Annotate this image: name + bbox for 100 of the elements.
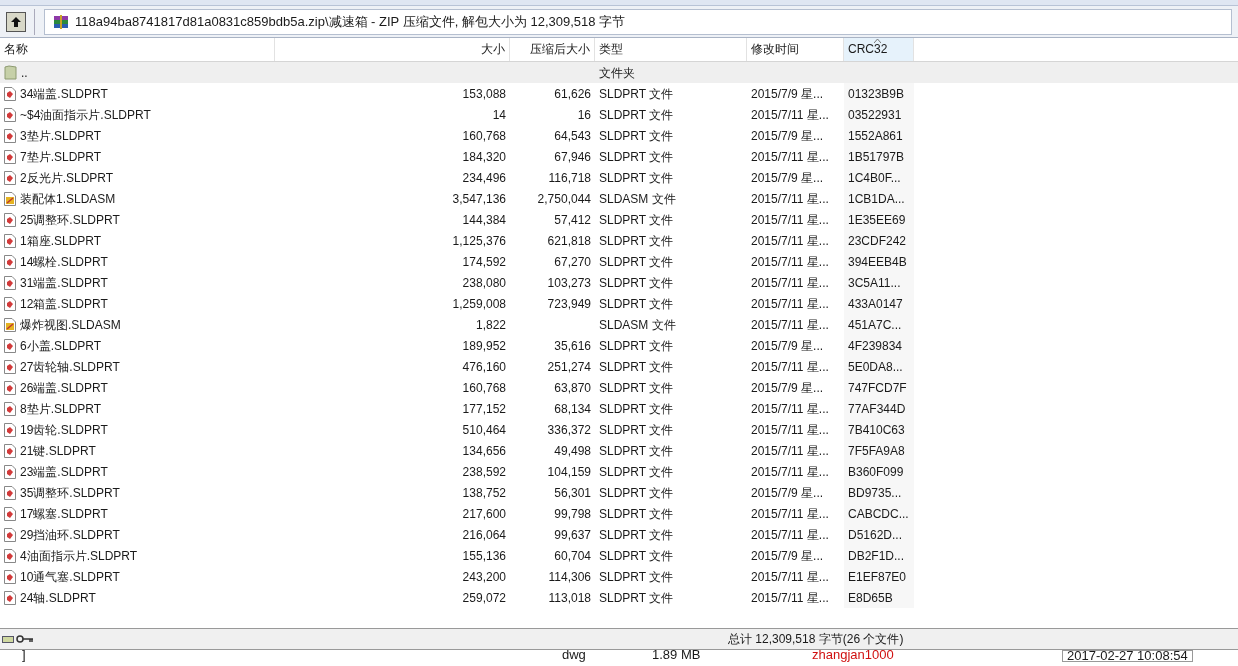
table-cell-text: 03522931 bbox=[848, 106, 902, 124]
table-cell-text: 3C5A11... bbox=[848, 274, 901, 292]
file-name[interactable]: 24轴.SLDPRT bbox=[20, 588, 96, 607]
table-cell-text: 160,768 bbox=[462, 127, 506, 145]
table-cell-text: 01323B9B bbox=[848, 85, 905, 103]
table-cell-text: 155,136 bbox=[462, 547, 506, 565]
table-cell-text: 114,306 bbox=[548, 568, 591, 586]
document-icon bbox=[4, 275, 16, 290]
document-icon bbox=[4, 506, 16, 521]
table-cell-text: 77AF344D bbox=[848, 400, 906, 418]
file-name[interactable]: 3垫片.SLDPRT bbox=[20, 126, 102, 145]
table-cell-text: 67,946 bbox=[554, 148, 591, 166]
file-name[interactable]: 19齿轮.SLDPRT bbox=[20, 420, 108, 439]
table-cell-text: 2015/7/11 星... bbox=[751, 106, 829, 124]
table-cell-text: 2015/7/9 星... bbox=[751, 337, 824, 355]
table-cell-text: 2,750,044 bbox=[537, 190, 591, 208]
table-cell-text: 2015/7/11 星... bbox=[751, 190, 829, 208]
document-icon bbox=[4, 590, 16, 605]
table-cell-text: SLDPRT 文件 bbox=[599, 106, 674, 124]
file-name[interactable]: 26端盖.SLDPRT bbox=[20, 378, 108, 397]
table-cell-text: SLDPRT 文件 bbox=[599, 484, 674, 502]
file-name[interactable]: 爆炸视图.SLDASM bbox=[20, 315, 121, 334]
table-cell-text: 451A7C... bbox=[848, 316, 902, 334]
document-icon bbox=[4, 443, 16, 458]
table-cell-text: 56,301 bbox=[554, 484, 591, 502]
table-cell-text: 2015/7/11 星... bbox=[751, 232, 829, 250]
table-cell-text: SLDPRT 文件 bbox=[599, 400, 674, 418]
table-cell-text: SLDPRT 文件 bbox=[599, 379, 674, 397]
document-icon bbox=[4, 212, 16, 227]
table-cell-text: E1EF87E0 bbox=[848, 568, 907, 586]
address-field[interactable]: 118a94ba8741817d81a0831c859bdb5a.zip\减速箱 - ZIP 压缩文件, 解包大小为 12,309,518 字节 bbox=[44, 8, 1232, 35]
table-cell-text: SLDPRT 文件 bbox=[599, 337, 674, 355]
table-cell-text: 747FCD7F bbox=[848, 379, 907, 397]
status-text: 总计 12,309,518 字节(26 个文件) bbox=[728, 631, 904, 648]
up-folder-button[interactable] bbox=[6, 11, 26, 32]
table-cell-text: 4F239834 bbox=[848, 337, 903, 355]
table-cell-text: 7B410C63 bbox=[848, 421, 905, 439]
table-cell-text: CABCDC... bbox=[848, 505, 909, 523]
column-header[interactable]: CRC32 bbox=[844, 38, 914, 61]
file-name[interactable]: 31端盖.SLDPRT bbox=[20, 273, 108, 292]
table-cell-text: 3,547,136 bbox=[452, 190, 506, 208]
file-name[interactable]: 8垫片.SLDPRT bbox=[20, 399, 102, 418]
document-icon bbox=[4, 548, 16, 563]
document-icon bbox=[4, 380, 16, 395]
table-cell-text: SLDPRT 文件 bbox=[599, 232, 674, 250]
table-cell-text: 文件夹 bbox=[599, 64, 635, 82]
file-name[interactable]: 17螺塞.SLDPRT bbox=[20, 504, 108, 523]
table-cell-text: 99,798 bbox=[554, 505, 591, 523]
file-name[interactable]: 2反光片.SLDPRT bbox=[20, 168, 114, 187]
table-cell-text: SLDPRT 文件 bbox=[599, 274, 674, 292]
table-cell-text: SLDPRT 文件 bbox=[599, 148, 674, 166]
file-name[interactable]: 23端盖.SLDPRT bbox=[20, 462, 108, 481]
file-name[interactable]: .. bbox=[21, 63, 28, 82]
table-cell-text: 67,270 bbox=[554, 253, 591, 271]
file-name[interactable]: 21键.SLDPRT bbox=[20, 441, 96, 460]
file-name[interactable]: 6小盖.SLDPRT bbox=[20, 336, 102, 355]
table-cell-text: 394EEB4B bbox=[848, 253, 907, 271]
table-cell-text: 1E35EE69 bbox=[848, 211, 906, 229]
table-cell-text: 2015/7/11 星... bbox=[751, 400, 829, 418]
table-cell-text: SLDASM 文件 bbox=[599, 316, 676, 334]
file-name[interactable]: 4油面指示片.SLDPRT bbox=[20, 546, 138, 565]
table-cell-text: 61,626 bbox=[554, 85, 591, 103]
table-cell-text: 259,072 bbox=[462, 589, 506, 607]
table-cell-text: 2015/7/11 星... bbox=[751, 589, 829, 607]
file-name[interactable]: 7垫片.SLDPRT bbox=[20, 147, 102, 166]
file-name[interactable]: 12箱盖.SLDPRT bbox=[20, 294, 108, 313]
table-cell-text: 2015/7/11 星... bbox=[751, 568, 829, 586]
file-name[interactable]: 34端盖.SLDPRT bbox=[20, 84, 108, 103]
table-cell-text: 68,134 bbox=[554, 400, 591, 418]
file-name[interactable]: 装配体1.SLDASM bbox=[20, 189, 116, 208]
document-icon bbox=[4, 338, 16, 353]
document-icon bbox=[4, 464, 16, 479]
table-cell-text: SLDPRT 文件 bbox=[599, 85, 674, 103]
file-name[interactable]: 1箱座.SLDPRT bbox=[20, 231, 102, 250]
table-cell-text: 144,384 bbox=[462, 211, 506, 229]
file-name[interactable]: 25调整环.SLDPRT bbox=[20, 210, 120, 229]
file-name[interactable]: ~$4油面指示片.SLDPRT bbox=[20, 105, 151, 124]
file-name[interactable]: 35调整环.SLDPRT bbox=[20, 483, 120, 502]
table-cell-text: 153,088 bbox=[462, 85, 506, 103]
file-name[interactable]: 14螺栓.SLDPRT bbox=[20, 252, 108, 271]
file-name[interactable]: 10通气塞.SLDPRT bbox=[20, 567, 120, 586]
file-name[interactable]: 27齿轮轴.SLDPRT bbox=[20, 357, 120, 376]
document-icon bbox=[4, 317, 16, 332]
document-icon bbox=[4, 191, 16, 206]
document-icon bbox=[4, 107, 16, 122]
table-cell-text: 251,274 bbox=[547, 358, 591, 376]
table-cell-text: 243,200 bbox=[462, 568, 506, 586]
table-cell-text: 1552A861 bbox=[848, 127, 903, 145]
background-cell-text: zhangjan1000 bbox=[812, 650, 895, 660]
table-cell-text: SLDPRT 文件 bbox=[599, 169, 674, 187]
background-cell: 2017-02-27 10:08:54 bbox=[1062, 650, 1193, 662]
table-cell-text: 1CB1DA... bbox=[848, 190, 905, 208]
table-cell-text: 2015/7/9 星... bbox=[751, 379, 824, 397]
table-cell-text: 723,949 bbox=[547, 295, 591, 313]
file-name[interactable]: 29挡油环.SLDPRT bbox=[20, 525, 120, 544]
table-cell-text: 510,464 bbox=[462, 421, 506, 439]
table-cell-text: SLDPRT 文件 bbox=[599, 211, 674, 229]
document-icon bbox=[4, 569, 16, 584]
archive-icon bbox=[53, 13, 69, 30]
table-cell-text: 238,592 bbox=[462, 463, 506, 481]
